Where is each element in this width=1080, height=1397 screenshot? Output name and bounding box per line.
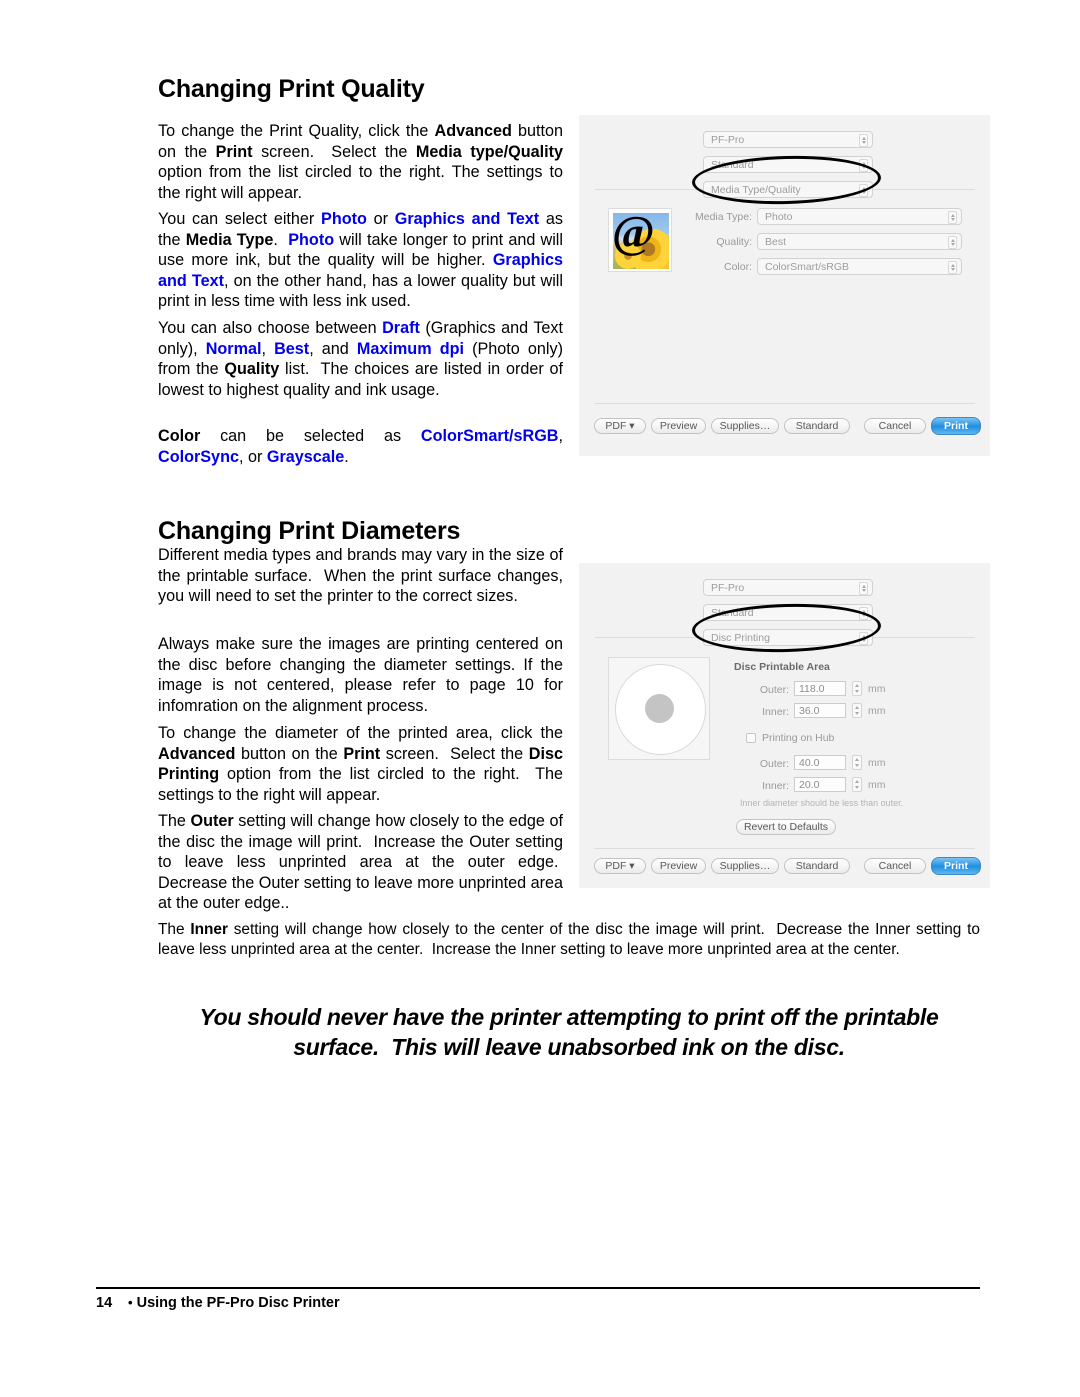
hub-inner-value: 20.0 (799, 779, 820, 791)
paragraph-print-diameters-5: The Inner setting will change how closel… (158, 921, 980, 958)
hub-outer-value: 40.0 (799, 757, 820, 769)
printer-popup[interactable]: PF-Pro (703, 579, 873, 596)
print-button[interactable]: Print (931, 857, 981, 875)
paragraph-print-quality-4: Color can be selected as ColorSmart/sRGB… (158, 427, 563, 466)
paragraph-print-quality-2: You can select either Photo or Graphics … (158, 210, 564, 311)
printer-popup[interactable]: PF-Pro (703, 131, 873, 148)
hub-inner-input[interactable]: 20.0 (794, 777, 846, 792)
preview-button[interactable]: Preview (651, 418, 706, 434)
media-type-label: Media Type: (694, 211, 752, 223)
color-value: ColorSmart/sRGB (765, 261, 850, 273)
footer-title: • Using the PF-Pro Disc Printer (128, 1295, 340, 1311)
inner-input[interactable]: 36.0 (794, 703, 846, 718)
inner-stepper-icon[interactable] (852, 703, 862, 718)
supplies-button[interactable]: Supplies… (711, 858, 779, 874)
bottom-divider (595, 403, 975, 404)
paragraph-print-quality-3: You can also choose between Draft (Graph… (158, 319, 564, 399)
quality-label: Quality: (716, 236, 752, 248)
outer-label: Outer: (759, 684, 789, 696)
standard-button[interactable]: Standard (784, 858, 850, 874)
outer-stepper-icon[interactable] (852, 681, 862, 696)
outer-unit: mm (868, 683, 886, 695)
supplies-button[interactable]: Supplies… (711, 418, 779, 434)
media-type-value: Photo (765, 211, 793, 223)
paragraph-print-diameters-2: Always make sure the images are printing… (158, 635, 563, 715)
paragraph-print-diameters-3: To change the diameter of the printed ar… (158, 724, 563, 804)
hub-inner-stepper-icon[interactable] (852, 777, 862, 792)
pdf-button[interactable]: PDF ▾ (594, 858, 646, 874)
standard-button[interactable]: Standard (784, 418, 850, 434)
revert-to-defaults-button[interactable]: Revert to Defaults (736, 819, 836, 835)
pdf-button[interactable]: PDF ▾ (594, 418, 646, 434)
inner-value: 36.0 (799, 705, 820, 717)
printing-on-hub-checkbox[interactable] (746, 733, 756, 743)
footer-bullet-icon: • (128, 1295, 133, 1310)
stepper-icon[interactable] (859, 582, 868, 595)
print-button[interactable]: Print (931, 417, 981, 435)
inner-diameter-hint: Inner diameter should be less than outer… (740, 798, 904, 808)
cancel-button[interactable]: Cancel (864, 858, 926, 874)
inner-unit: mm (868, 705, 886, 717)
hub-outer-label: Outer: (759, 758, 789, 770)
footer-page-number: 14 (96, 1295, 113, 1311)
footer-title-label: Using the PF-Pro Disc Printer (136, 1295, 340, 1311)
footer-divider (96, 1287, 980, 1289)
disc-hub-circle-icon (645, 694, 674, 723)
inner-label: Inner: (762, 706, 789, 718)
paragraph-print-diameters-1: Different media types and brands may var… (158, 546, 563, 606)
paragraph-print-diameters-4: The Outer setting will change how closel… (158, 812, 563, 913)
stepper-icon[interactable] (948, 236, 957, 249)
quality-popup[interactable]: Best (757, 233, 962, 250)
printing-on-hub-label: Printing on Hub (762, 732, 835, 744)
paragraph-print-quality-1: To change the Print Quality, click the A… (158, 122, 564, 202)
bottom-divider (595, 848, 975, 849)
stepper-icon[interactable] (948, 211, 957, 224)
printer-value: PF-Pro (711, 582, 745, 594)
hub-outer-input[interactable]: 40.0 (794, 755, 846, 770)
hub-outer-stepper-icon[interactable] (852, 755, 862, 770)
hub-inner-unit: mm (868, 779, 886, 791)
outer-value: 118.0 (799, 683, 825, 695)
stepper-icon[interactable] (859, 134, 868, 147)
disc-preview (608, 657, 710, 760)
outer-input[interactable]: 118.0 (794, 681, 846, 696)
quality-value: Best (765, 236, 787, 248)
media-type-popup[interactable]: Photo (757, 208, 962, 225)
printer-value: PF-Pro (711, 134, 745, 146)
stepper-icon[interactable] (948, 261, 957, 274)
page-title-print-diameters: Changing Print Diameters (158, 517, 461, 545)
preview-button[interactable]: Preview (651, 858, 706, 874)
hub-inner-label: Inner: (762, 780, 789, 792)
cancel-button[interactable]: Cancel (864, 418, 926, 434)
warning-statement: You should never have the printer attemp… (199, 1004, 939, 1060)
hub-outer-unit: mm (868, 757, 886, 769)
color-popup[interactable]: ColorSmart/sRGB (757, 258, 962, 275)
color-label: Color: (723, 261, 752, 273)
page-title-print-quality: Changing Print Quality (158, 75, 425, 103)
disc-printable-area-title: Disc Printable Area (734, 661, 830, 673)
